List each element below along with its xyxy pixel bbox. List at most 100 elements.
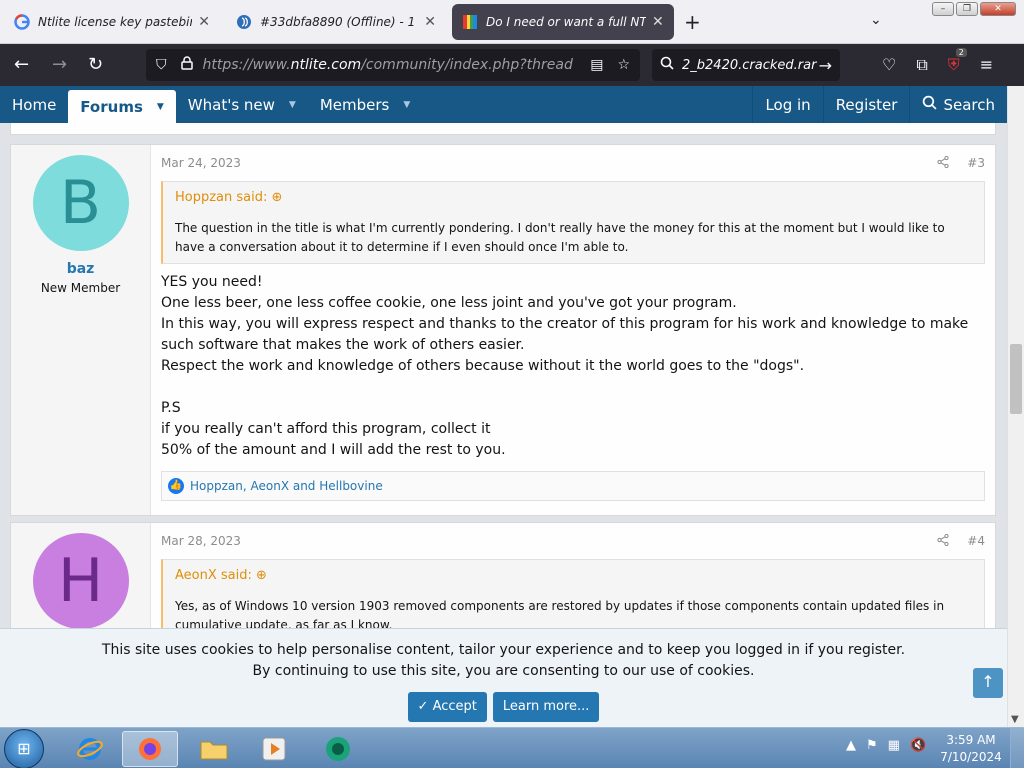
show-desktop-button[interactable] xyxy=(1010,728,1024,768)
tab-title: Ntlite license key pastebin free xyxy=(38,15,193,29)
arrow-circle-up-icon[interactable]: ⊕ xyxy=(272,190,283,205)
forum-search-label: Search xyxy=(943,95,995,114)
google-icon xyxy=(14,14,30,30)
nav-forums-label: Forums xyxy=(80,97,143,116)
quote-header[interactable]: Hoppzan said: ⊕ xyxy=(175,182,974,219)
tracking-protection-shield-icon[interactable]: ⛉ xyxy=(156,57,167,73)
network-icon[interactable]: ▦ xyxy=(888,738,900,753)
new-tab-icon[interactable]: + xyxy=(684,10,701,34)
ntlite-icon xyxy=(462,14,478,30)
cookie-text-line-1: This site uses cookies to help personali… xyxy=(101,642,906,658)
reactions-bar[interactable]: 👍 Hoppzan, AeonX and Hellbovine xyxy=(161,471,985,501)
post-number[interactable]: #4 xyxy=(967,534,985,549)
share-icon[interactable] xyxy=(937,155,949,171)
tab-title: Do I need or want a full NTLite xyxy=(486,15,646,29)
show-hidden-icons-icon[interactable]: ▲ xyxy=(846,738,856,753)
hamburger-menu-icon[interactable]: ≡ xyxy=(980,55,993,75)
tab-ntlite-license-search[interactable]: Ntlite license key pastebin free ✕ xyxy=(4,4,220,40)
scroll-to-top-arrow-icon[interactable]: ↑ xyxy=(973,668,1003,698)
url-bar[interactable]: ⛉ https://www.ntlite.com/community/index… xyxy=(146,49,640,81)
checkmark-icon: ✓ xyxy=(417,699,429,714)
accept-cookies-button[interactable]: ✓ Accept xyxy=(407,692,487,722)
post-date[interactable]: Mar 28, 2023 xyxy=(161,534,241,548)
tab-strip: Ntlite license key pastebin free ✕ #33db… xyxy=(0,0,1024,44)
message-line: Respect the work and knowledge of others… xyxy=(161,358,805,374)
arrow-circle-up-icon[interactable]: ⊕ xyxy=(256,568,267,583)
bookmark-star-icon[interactable]: ☆ xyxy=(617,57,630,73)
reactions-list[interactable]: Hoppzan, AeonX and Hellbovine xyxy=(190,479,383,493)
search-go-arrow-icon[interactable]: → xyxy=(819,56,832,75)
ublock-count-badge: 2 xyxy=(955,48,967,57)
vertical-scrollbar[interactable]: ▼ xyxy=(1007,86,1024,727)
message-line xyxy=(161,377,985,398)
browser-toolbar: ← → ↻ ⛉ https://www.ntlite.com/community… xyxy=(0,44,1024,86)
scrollbar-thumb[interactable] xyxy=(1010,344,1022,414)
forum-search-button[interactable]: Search xyxy=(909,86,1007,123)
nav-whats-new[interactable]: What's new ▼ xyxy=(176,86,308,123)
restore-icon[interactable]: ❐ xyxy=(956,2,978,16)
list-all-tabs-icon[interactable]: ⌄ xyxy=(870,12,882,28)
like-thumb-icon: 👍 xyxy=(168,478,184,494)
url-prefix: https://www. xyxy=(202,57,291,73)
pocket-icon[interactable]: ♡ xyxy=(882,55,896,75)
search-bar[interactable]: 2_b2420.cracked.rar → xyxy=(652,49,840,81)
tab-links-offline[interactable]: #33dbfa8890 (Offline) - 1 links ✕ xyxy=(226,4,446,40)
learn-more-label: Learn more... xyxy=(502,699,590,714)
login-link[interactable]: Log in xyxy=(752,86,822,123)
internet-explorer-icon[interactable] xyxy=(62,731,118,767)
cookie-notice: This site uses cookies to help personali… xyxy=(0,628,1007,727)
forward-arrow-icon[interactable]: → xyxy=(52,54,67,75)
link-icon xyxy=(236,14,252,30)
register-link[interactable]: Register xyxy=(822,86,910,123)
ublock-origin-icon[interactable]: ⛨ 2 xyxy=(948,48,967,75)
media-player-icon[interactable] xyxy=(246,731,302,767)
system-tray: ▲ ⚑ ▦ 🔇 xyxy=(846,738,926,753)
reload-icon[interactable]: ↻ xyxy=(88,54,103,75)
post-header: Mar 28, 2023 #4 xyxy=(161,523,985,559)
learn-more-button[interactable]: Learn more... xyxy=(492,692,600,722)
quote-header[interactable]: AeonX said: ⊕ xyxy=(175,560,974,597)
message-line: P.S xyxy=(161,400,181,416)
firefox-icon[interactable] xyxy=(122,731,178,767)
volume-muted-icon[interactable]: 🔇 xyxy=(910,738,926,753)
chevron-down-icon[interactable]: ▼ xyxy=(289,100,296,110)
chevron-down-icon[interactable]: ▼ xyxy=(157,102,164,112)
tab-ntlite-thread[interactable]: Do I need or want a full NTLite ✕ xyxy=(452,4,674,40)
share-icon[interactable] xyxy=(937,533,949,549)
avatar[interactable]: B xyxy=(32,155,129,251)
minimize-icon[interactable]: – xyxy=(932,2,954,16)
lock-icon[interactable] xyxy=(180,56,193,74)
app-icon[interactable] xyxy=(310,731,366,767)
reader-view-icon[interactable]: ▤ xyxy=(590,57,603,73)
chevron-down-icon[interactable]: ▼ xyxy=(403,100,410,110)
action-center-flag-icon[interactable]: ⚑ xyxy=(866,738,878,753)
accept-label: Accept xyxy=(432,699,477,714)
avatar[interactable]: H xyxy=(32,533,129,629)
username[interactable]: baz xyxy=(11,261,150,277)
nav-members-label: Members xyxy=(319,95,390,114)
message-line: One less beer, one less coffee cookie, o… xyxy=(161,295,737,311)
user-title: New Member xyxy=(40,281,121,295)
taskbar: ⊞ ▲ ⚑ ▦ 🔇 3:59 AM 7/10/2024 xyxy=(0,727,1024,768)
post-number[interactable]: #3 xyxy=(967,156,985,171)
register-label: Register xyxy=(835,95,898,114)
post-date[interactable]: Mar 24, 2023 xyxy=(161,156,241,170)
nav-home[interactable]: Home xyxy=(0,86,68,123)
file-explorer-folder-icon[interactable] xyxy=(186,731,242,767)
message-line: 50% of the amount and I will add the res… xyxy=(161,442,506,458)
windows-start-icon[interactable]: ⊞ xyxy=(4,729,44,768)
back-arrow-icon[interactable]: ← xyxy=(14,54,29,75)
clock-date: 7/10/2024 xyxy=(940,750,1002,764)
close-tab-icon[interactable]: ✕ xyxy=(198,14,210,30)
system-clock[interactable]: 3:59 AM 7/10/2024 xyxy=(936,732,1006,766)
scroll-down-arrow-icon[interactable]: ▼ xyxy=(1011,714,1019,725)
close-tab-icon[interactable]: ✕ xyxy=(424,14,436,30)
post-body: Mar 24, 2023 #3 Hoppzan said: ⊕ The ques… xyxy=(161,145,985,501)
window-close-icon[interactable]: ✕ xyxy=(980,2,1016,16)
extensions-puzzle-icon[interactable]: ⧉ xyxy=(916,55,927,75)
nav-forums[interactable]: Forums ▼ xyxy=(68,90,176,123)
nav-members[interactable]: Members ▼ xyxy=(308,86,422,123)
url-text: https://www.ntlite.com/community/index.p… xyxy=(203,57,573,73)
post-header: Mar 24, 2023 #3 xyxy=(161,145,985,181)
close-tab-icon[interactable]: ✕ xyxy=(652,14,664,30)
